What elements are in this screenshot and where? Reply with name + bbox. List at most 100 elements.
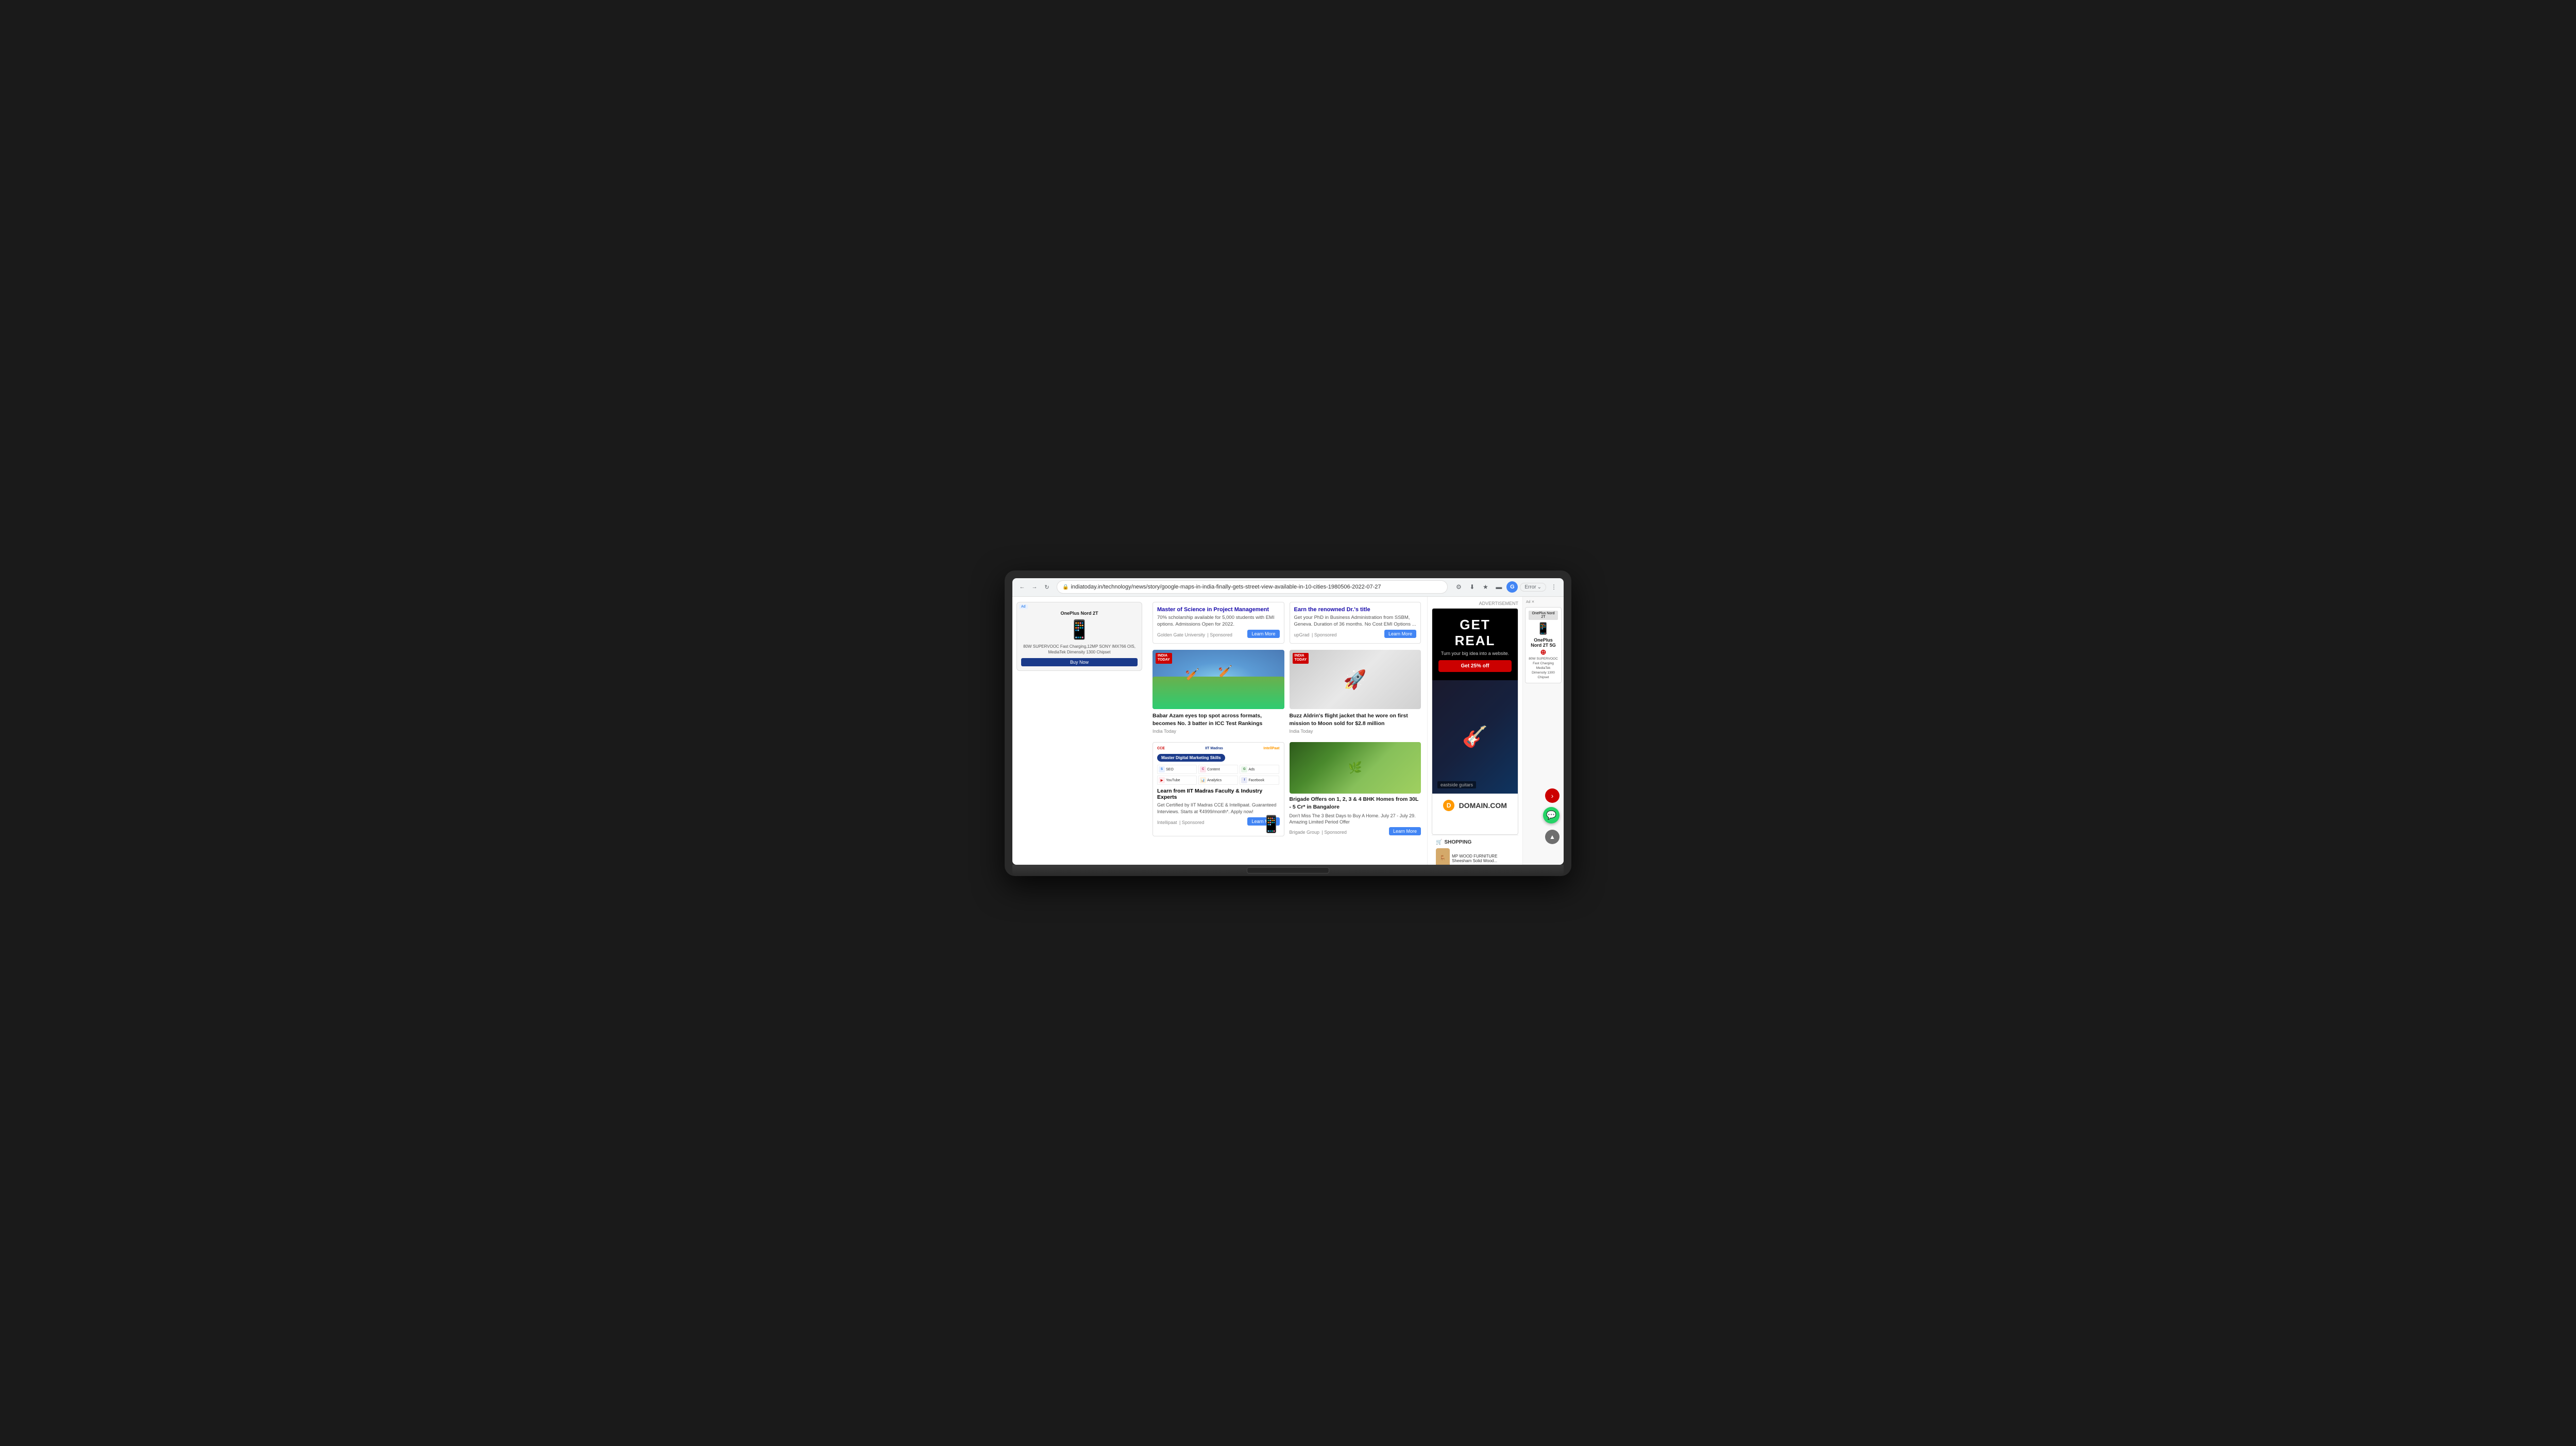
refresh-button[interactable]: ↻ <box>1041 581 1053 593</box>
cce-logo: CCE <box>1157 747 1165 750</box>
top-ad-right-title: Earn the renowned Dr.'s title <box>1294 607 1417 613</box>
domain-circle-icon: D <box>1443 800 1454 811</box>
bhk-source: Brigade Group <box>1290 830 1320 835</box>
bottom-section: CCE IIT Madras IntellPaat Master Digital… <box>1153 742 1421 836</box>
google-ads-icon: G <box>1241 766 1247 772</box>
iit-ad[interactable]: CCE IIT Madras IntellPaat Master Digital… <box>1153 742 1284 836</box>
shopping-cart-icon: 🛒 <box>1436 839 1442 845</box>
top-ad-right-source: upGrad <box>1294 632 1310 637</box>
address-bar[interactable]: 🔒 indiatoday.in/technology/news/story/go… <box>1057 580 1448 594</box>
top-ad-right[interactable]: Earn the renowned Dr.'s title Get your P… <box>1290 602 1421 644</box>
iit-ad-source: Intellipaat <box>1157 820 1177 825</box>
scroll-top-button[interactable]: ▲ <box>1545 830 1560 844</box>
extensions-icon[interactable]: ⚙ <box>1453 581 1464 593</box>
buy-now-button[interactable]: Buy Now <box>1021 658 1138 666</box>
url-text: indiatoday.in/technology/news/story/goog… <box>1071 584 1381 590</box>
iit-logos: CCE IIT Madras IntellPaat <box>1157 747 1280 750</box>
left-sidebar: Ad OnePlus Nord 2T 📱 80W SUPERVOOC Fast … <box>1012 597 1146 865</box>
skill-facebook: f Facebook <box>1240 776 1279 785</box>
menu-icon[interactable]: ⋮ <box>1548 581 1560 593</box>
india-today-badge-2: INDIATODAY <box>1293 653 1309 664</box>
india-today-badge-1: INDIATODAY <box>1156 653 1172 664</box>
top-ad-left-title: Master of Science in Project Management <box>1157 607 1280 613</box>
bhk-learn-more-button[interactable]: Learn More <box>1389 827 1421 835</box>
left-phone-image: 📱 <box>1021 619 1138 641</box>
skill-content: C Content <box>1198 765 1238 774</box>
laptop-base <box>1012 865 1564 876</box>
toolbar-icons: ⚙ ⬇ ★ ▬ G Error ⌄ ⋮ <box>1453 581 1560 593</box>
skill-seo-label: SEO <box>1166 768 1174 771</box>
ad-tag: Ad <box>1019 604 1028 609</box>
tagline: Turn your big idea into a website. <box>1438 651 1512 656</box>
skill-google-ads-label: Ads <box>1248 768 1255 771</box>
cricket-image: 🏏 🏏 INDIATODAY <box>1153 650 1284 709</box>
top-ad-left-learn-more[interactable]: Learn More <box>1247 630 1279 638</box>
browser-chrome: ← → ↻ 🔒 indiatoday.in/technology/news/st… <box>1012 578 1564 597</box>
facebook-icon: f <box>1241 777 1247 783</box>
top-ad-right-learn-more[interactable]: Learn More <box>1384 630 1416 638</box>
master-digital-badge: Master Digital Marketing Skills <box>1157 754 1225 762</box>
shopping-item-image: 🪑 <box>1436 848 1450 865</box>
top-ad-left[interactable]: Master of Science in Project Management … <box>1153 602 1284 644</box>
whatsapp-button[interactable]: 💬 <box>1543 807 1560 823</box>
bhk-title: Brigade Offers on 1, 2, 3 & 4 BHK Homes … <box>1290 796 1421 811</box>
iit-logo: IIT Madras <box>1205 747 1223 750</box>
error-chevron-icon: ⌄ <box>1537 584 1541 590</box>
space-news-source: India Today <box>1290 729 1421 734</box>
oneplus-phone-image: 📱 <box>1529 622 1558 635</box>
bhk-ad[interactable]: 🌿 Brigade Offers on 1, 2, 3 & 4 BHK Home… <box>1290 742 1421 836</box>
oneplus-title: OnePlus Nord 2T 5G <box>1529 637 1558 648</box>
left-phone-ad[interactable]: Ad OnePlus Nord 2T 📱 80W SUPERVOOC Fast … <box>1016 602 1142 671</box>
iit-ad-desc: Get Certified by IIT Madras CCE & Intell… <box>1157 802 1280 815</box>
forward-button[interactable]: → <box>1029 581 1040 593</box>
profile-avatar[interactable]: G <box>1506 581 1518 593</box>
right-ads: ADVERTISEMENT GET REAL Turn your big ide… <box>1427 597 1522 865</box>
bhk-sponsored: Sponsored <box>1324 830 1347 835</box>
top-ad-left-sponsored: Sponsored <box>1210 632 1232 637</box>
content-icon: C <box>1200 766 1206 772</box>
shopping-item-text: MP WOOD FURNITURE Sheesham Solid Wood... <box>1452 854 1514 863</box>
bhk-desc: Don't Miss The 3 Best Days to Buy A Home… <box>1290 813 1421 826</box>
youtube-icon: ▶ <box>1159 777 1165 783</box>
error-label: Error <box>1524 584 1536 590</box>
skill-youtube-label: YouTube <box>1166 779 1180 782</box>
nav-buttons: ← → ↻ <box>1016 581 1053 593</box>
bhk-aerial-image: 🌿 <box>1290 742 1421 794</box>
oneplus-badge: OnePlus Nord 2T <box>1529 611 1558 620</box>
error-button[interactable]: Error ⌄ <box>1520 583 1546 592</box>
space-image: 🚀 INDIATODAY <box>1290 650 1421 709</box>
puzzle-icon[interactable]: ▬ <box>1493 581 1504 593</box>
iit-ad-sponsored: Sponsored <box>1182 820 1205 825</box>
space-news-title: Buzz Aldrin's flight jacket that he wore… <box>1290 712 1421 727</box>
top-ads-row: Master of Science in Project Management … <box>1153 602 1421 644</box>
advertisement-label: ADVERTISEMENT <box>1432 601 1518 606</box>
skill-seo: S SEO <box>1157 765 1197 774</box>
shopping-section: 🛒 SHOPPING 🪑 MP WOOD FURNITURE Sheesham … <box>1432 835 1518 865</box>
get-25-button[interactable]: Get 25% off <box>1438 660 1512 672</box>
news-item-cricket[interactable]: 🏏 🏏 INDIATODAY Babar Azam eyes top spot … <box>1153 650 1284 734</box>
far-right-ad[interactable]: Ad ✕ OnePlus Nord 2T 📱 OnePlus Nord 2T 5… <box>1522 597 1564 865</box>
next-arrow-button[interactable]: › <box>1545 788 1560 803</box>
skill-google-ads: G Ads <box>1240 765 1279 774</box>
left-phone-title: OnePlus Nord 2T <box>1021 611 1138 616</box>
get-real-text: GET REAL <box>1438 617 1512 649</box>
download-icon[interactable]: ⬇ <box>1466 581 1478 593</box>
cricket-news-title: Babar Azam eyes top spot across formats,… <box>1153 712 1284 727</box>
news-item-space[interactable]: 🚀 INDIATODAY Buzz Aldrin's flight jacket… <box>1290 650 1421 734</box>
domain-ad[interactable]: GET REAL Turn your big idea into a websi… <box>1432 608 1518 835</box>
top-ad-left-desc: 70% scholarship available for 5,000 stud… <box>1157 614 1280 628</box>
back-button[interactable]: ← <box>1016 581 1028 593</box>
bookmark-icon[interactable]: ★ <box>1480 581 1491 593</box>
trackpad[interactable] <box>1247 867 1329 873</box>
shopping-item[interactable]: 🪑 MP WOOD FURNITURE Sheesham Solid Wood.… <box>1436 848 1514 865</box>
oneplus-ad[interactable]: OnePlus Nord 2T 📱 OnePlus Nord 2T 5G ⊕ 8… <box>1525 607 1562 683</box>
skill-content-label: Content <box>1207 768 1220 771</box>
oneplus-spec2: MediaTek Dimensity 1300 Chipset <box>1529 666 1558 680</box>
top-ad-right-desc: Get your PhD in Business Administration … <box>1294 614 1417 628</box>
oneplus-logo: ⊕ <box>1529 648 1558 657</box>
oneplus-spec1: 80W SUPERVOOC Fast Charging <box>1529 657 1558 666</box>
lock-icon: 🔒 <box>1062 584 1069 590</box>
domain-name: DOMAIN.COM <box>1459 801 1507 810</box>
skill-analytics: 📊 Analytics <box>1198 776 1238 785</box>
shopping-text: SHOPPING <box>1444 839 1471 845</box>
